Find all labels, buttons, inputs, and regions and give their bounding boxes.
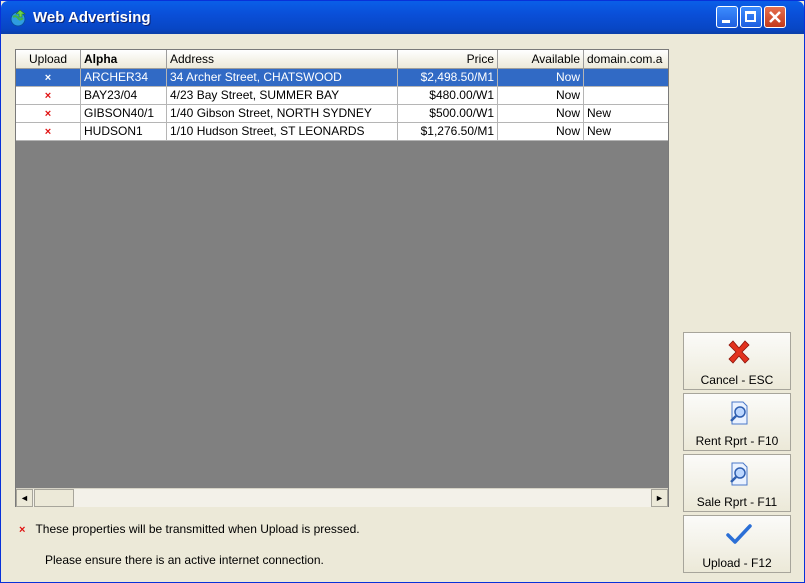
sale-report-button[interactable]: Sale Rprt - F11 xyxy=(683,454,791,512)
connection-note: Please ensure there is an active interne… xyxy=(45,553,324,567)
table-row[interactable]: × GIBSON40/1 1/40 Gibson Street, NORTH S… xyxy=(16,105,668,123)
alpha-cell: HUDSON1 xyxy=(81,123,167,141)
scroll-right-button[interactable]: ► xyxy=(651,489,668,507)
price-cell: $480.00/W1 xyxy=(398,87,498,105)
upload-mark-icon: × xyxy=(44,126,52,138)
upload-button-label: Upload - F12 xyxy=(702,556,772,570)
domain-cell xyxy=(584,69,668,87)
sale-report-button-label: Sale Rprt - F11 xyxy=(696,495,778,509)
rent-report-button[interactable]: Rent Rprt - F10 xyxy=(683,393,791,451)
price-cell: $2,498.50/M1 xyxy=(398,69,498,87)
table-row[interactable]: × ARCHER34 34 Archer Street, CHATSWOOD $… xyxy=(16,69,668,87)
price-cell: $1,276.50/M1 xyxy=(398,123,498,141)
window-title: Web Advertising xyxy=(33,9,151,26)
table-row[interactable]: × HUDSON1 1/10 Hudson Street, ST LEONARD… xyxy=(16,123,668,141)
upload-mark-icon: × xyxy=(44,108,52,120)
upload-mark-icon: × xyxy=(19,524,26,536)
upload-cell[interactable]: × xyxy=(16,105,81,123)
cancel-button[interactable]: Cancel - ESC xyxy=(683,332,791,390)
table-row[interactable]: × BAY23/04 4/23 Bay Street, SUMMER BAY $… xyxy=(16,87,668,105)
price-cell: $500.00/W1 xyxy=(398,105,498,123)
column-header-domain[interactable]: domain.com.a xyxy=(584,50,668,69)
cancel-x-icon xyxy=(728,340,750,364)
address-cell: 1/10 Hudson Street, ST LEONARDS xyxy=(167,123,398,141)
address-cell: 4/23 Bay Street, SUMMER BAY xyxy=(167,87,398,105)
address-cell: 1/40 Gibson Street, NORTH SYDNEY xyxy=(167,105,398,123)
upload-note-text: These properties will be transmitted whe… xyxy=(35,522,360,536)
rent-report-button-label: Rent Rprt - F10 xyxy=(695,434,779,448)
column-header-available[interactable]: Available xyxy=(498,50,584,69)
alpha-cell: ARCHER34 xyxy=(81,69,167,87)
title-bar[interactable]: Web Advertising xyxy=(1,1,804,34)
upload-cell[interactable]: × xyxy=(16,87,81,105)
grid-header: Upload Alpha Address Price Available dom… xyxy=(16,50,668,69)
available-cell: Now xyxy=(498,69,584,87)
web-advertising-window: Web Advertising Upload Alpha Address Pri… xyxy=(0,0,805,583)
maximize-icon xyxy=(745,11,756,22)
scroll-thumb[interactable] xyxy=(34,489,74,507)
alpha-cell: GIBSON40/1 xyxy=(81,105,167,123)
horizontal-scrollbar[interactable]: ◄ ► xyxy=(16,488,668,507)
domain-cell: New xyxy=(584,105,668,123)
properties-grid[interactable]: Upload Alpha Address Price Available dom… xyxy=(15,49,669,507)
checkmark-icon xyxy=(726,524,752,544)
address-cell: 34 Archer Street, CHATSWOOD xyxy=(167,69,398,87)
report-search-icon xyxy=(730,462,748,486)
scroll-left-button[interactable]: ◄ xyxy=(16,489,33,507)
minimize-icon xyxy=(722,20,730,23)
report-search-icon xyxy=(730,401,748,425)
close-button[interactable] xyxy=(764,6,786,28)
minimize-button[interactable] xyxy=(716,6,738,28)
upload-button[interactable]: Upload - F12 xyxy=(683,515,791,573)
close-icon xyxy=(769,11,781,23)
domain-cell: New xyxy=(584,123,668,141)
upload-mark-icon: × xyxy=(44,72,52,84)
maximize-button[interactable] xyxy=(740,6,762,28)
arrow-right-icon: ► xyxy=(655,493,664,503)
upload-mark-icon: × xyxy=(44,90,52,102)
upload-cell[interactable]: × xyxy=(16,69,81,87)
column-header-alpha[interactable]: Alpha xyxy=(81,50,167,69)
alpha-cell: BAY23/04 xyxy=(81,87,167,105)
available-cell: Now xyxy=(498,87,584,105)
available-cell: Now xyxy=(498,105,584,123)
column-header-upload[interactable]: Upload xyxy=(16,50,81,69)
globe-upload-icon xyxy=(10,9,26,27)
cancel-button-label: Cancel - ESC xyxy=(700,373,774,387)
domain-cell xyxy=(584,87,668,105)
upload-cell[interactable]: × xyxy=(16,123,81,141)
available-cell: Now xyxy=(498,123,584,141)
arrow-left-icon: ◄ xyxy=(20,493,29,503)
upload-note: × These properties will be transmitted wh… xyxy=(19,522,360,536)
column-header-price[interactable]: Price xyxy=(398,50,498,69)
column-header-address[interactable]: Address xyxy=(167,50,398,69)
